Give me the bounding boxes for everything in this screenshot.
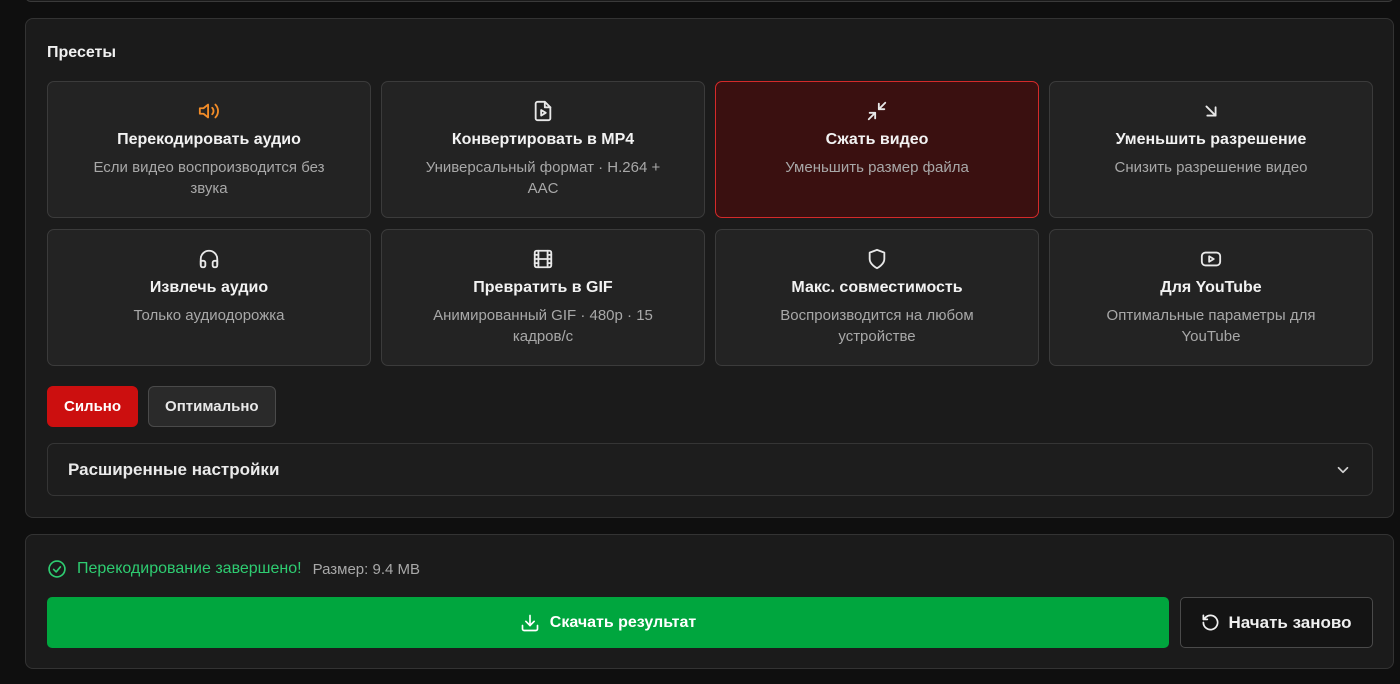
advanced-settings-toggle[interactable]: Расширенные настройки bbox=[47, 443, 1373, 496]
preset-title: Макс. совместимость bbox=[791, 279, 963, 296]
headphones-icon bbox=[197, 247, 221, 271]
preset-card-gif[interactable]: Превратить в GIF Анимированный GIF · 480… bbox=[381, 229, 705, 366]
preset-card-extract-audio[interactable]: Извлечь аудио Только аудиодорожка bbox=[47, 229, 371, 366]
rotate-ccw-icon bbox=[1202, 614, 1219, 631]
advanced-settings-label: Расширенные настройки bbox=[68, 459, 280, 479]
youtube-icon bbox=[1199, 247, 1223, 271]
preset-card-max-compatibility[interactable]: Макс. совместимость Воспроизводится на л… bbox=[715, 229, 1039, 366]
preset-title: Уменьшить разрешение bbox=[1115, 131, 1307, 148]
compression-level-group: Сильно Оптимально bbox=[47, 386, 276, 427]
status-line: Перекодирование завершено! Размер: 9.4 M… bbox=[47, 559, 420, 579]
restart-button[interactable]: Начать заново bbox=[1180, 597, 1373, 648]
status-text: Перекодирование завершено! bbox=[77, 560, 302, 577]
preset-title: Сжать видео bbox=[825, 131, 929, 148]
arrow-down-right-icon bbox=[1199, 99, 1223, 123]
video-file-icon bbox=[531, 99, 555, 123]
preset-card-reencode-audio[interactable]: Перекодировать аудио Если видео воспроиз… bbox=[47, 81, 371, 218]
check-circle-icon bbox=[47, 559, 67, 579]
preset-title: Перекодировать аудио bbox=[117, 131, 301, 148]
optimal-level-button[interactable]: Оптимально bbox=[148, 386, 276, 427]
speaker-icon bbox=[197, 99, 221, 123]
preset-description: Только аудиодорожка bbox=[133, 307, 285, 324]
shield-icon bbox=[865, 247, 889, 271]
preset-description: Анимированный GIF · 480p · 15 кадров/с bbox=[433, 307, 653, 345]
preset-title: Превратить в GIF bbox=[473, 279, 613, 296]
preset-description: Универсальный формат · H.264 + AAC bbox=[425, 159, 661, 197]
result-panel: Перекодирование завершено! Размер: 9.4 M… bbox=[25, 534, 1394, 669]
preset-card-youtube[interactable]: Для YouTube Оптимальные параметры для Yo… bbox=[1049, 229, 1373, 366]
file-size-text: Размер: 9.4 MB bbox=[312, 560, 421, 578]
strong-level-button[interactable]: Сильно bbox=[47, 386, 139, 427]
preset-description: Если видео воспроизводится без звука bbox=[93, 159, 325, 197]
chevron-down-icon bbox=[1334, 461, 1352, 479]
preset-card-reduce-resolution[interactable]: Уменьшить разрешение Снизить разрешение … bbox=[1049, 81, 1373, 218]
preset-title: Конвертировать в MP4 bbox=[451, 131, 635, 148]
previous-panel-edge bbox=[25, 0, 1394, 2]
preset-title: Для YouTube bbox=[1160, 279, 1262, 296]
preset-description: Уменьшить размер файла bbox=[785, 159, 969, 176]
preset-description: Оптимальные параметры для YouTube bbox=[1106, 307, 1316, 345]
restart-label: Начать заново bbox=[1228, 612, 1352, 632]
preset-description: Воспроизводится на любом устройстве bbox=[780, 307, 974, 345]
compress-arrows-icon bbox=[865, 99, 889, 123]
preset-card-compress-video[interactable]: Сжать видео Уменьшить размер файла bbox=[715, 81, 1039, 218]
presets-grid: Перекодировать аудио Если видео воспроиз… bbox=[47, 81, 1373, 366]
download-label: Скачать результат bbox=[549, 613, 697, 631]
presets-title: Пресеты bbox=[47, 44, 117, 61]
preset-card-convert-mp4[interactable]: Конвертировать в MP4 Универсальный форма… bbox=[381, 81, 705, 218]
film-icon bbox=[531, 247, 555, 271]
preset-title: Извлечь аудио bbox=[149, 279, 269, 296]
preset-description: Снизить разрешение видео bbox=[1114, 159, 1308, 176]
download-result-button[interactable]: Скачать результат bbox=[47, 597, 1169, 648]
presets-panel: Пресеты Перекодировать аудио Если видео … bbox=[25, 18, 1394, 518]
download-icon bbox=[521, 614, 539, 631]
